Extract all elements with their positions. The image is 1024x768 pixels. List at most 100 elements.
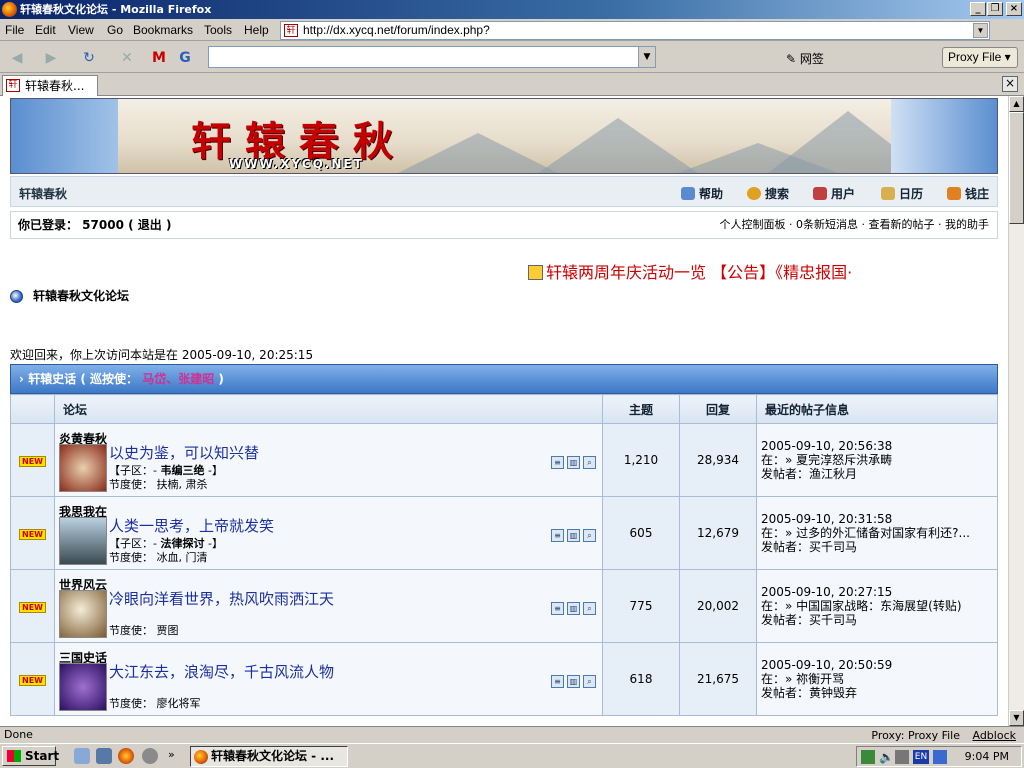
forum-description[interactable]: 大江东去，浪淘尽，千古风流人物 xyxy=(109,661,334,682)
last-post-link[interactable]: 在：» 中国国家战略：东海展望(转贴) xyxy=(761,599,997,613)
category-name[interactable]: 轩辕史话 xyxy=(28,372,76,386)
login-text[interactable]: 你已登录： 57000 ( 退出 ) xyxy=(18,218,171,232)
reload-button[interactable]: ↻ xyxy=(78,48,100,68)
forum-moderators[interactable]: 节度使： 冰血, 门清 xyxy=(109,549,208,565)
proxy-status[interactable]: Proxy: Proxy File xyxy=(871,728,960,743)
language-indicator[interactable]: EN xyxy=(913,750,929,764)
user-links[interactable]: 个人控制面板 · 0条新短消息 · 查看新的帖子 · 我的助手 xyxy=(720,212,989,238)
forward-button[interactable]: ▶ xyxy=(40,48,62,68)
gmail-icon[interactable]: M xyxy=(148,48,170,68)
nav-help[interactable]: 帮助 xyxy=(681,185,723,202)
volume-icon[interactable]: 🔈 xyxy=(879,750,894,764)
forum-description[interactable]: 人类一思考，上帝就发笑 xyxy=(109,515,274,536)
help-icon xyxy=(681,187,695,200)
last-post-link[interactable]: 在：» 夏完淳怒斥洪承畴 xyxy=(761,453,997,467)
close-window-button[interactable]: × xyxy=(1006,2,1022,16)
home-link[interactable]: 轩辕春秋 xyxy=(19,185,67,202)
nav-bank[interactable]: 钱庄 xyxy=(947,185,989,202)
menu-file[interactable]: File xyxy=(5,23,24,37)
start-button[interactable]: Start xyxy=(2,746,59,766)
menu-bookmarks[interactable]: Bookmarks xyxy=(133,23,193,37)
stats-icon[interactable]: ▥ xyxy=(567,529,580,542)
forum-avatar xyxy=(59,590,107,638)
minimize-button[interactable]: _ xyxy=(970,2,986,16)
last-post-info: 2005-09-10, 20:56:38 在：» 夏完淳怒斥洪承畴 发帖者：渔江秋月 xyxy=(756,423,998,497)
table-row: NEW 世界风云 冷眼向洋看世界，热风吹雨洒江天 节度使： 贾图 ≡ ▥ ⌕ 775… xyxy=(10,569,998,643)
nav-search[interactable]: 搜索 xyxy=(747,185,789,202)
forum-moderators[interactable]: 节度使： 廖化将军 xyxy=(109,695,201,711)
list-icon[interactable]: ≡ xyxy=(551,675,564,688)
forum-description[interactable]: 以史为鉴，可以知兴替 xyxy=(109,442,259,463)
url-dropdown-icon[interactable]: ▼ xyxy=(973,23,988,38)
search-icon[interactable]: ⌕ xyxy=(583,456,596,469)
search-input[interactable]: ▼ xyxy=(208,46,656,68)
quicklaunch-desktop-icon[interactable] xyxy=(74,748,90,764)
forum-tools: ≡ ▥ ⌕ xyxy=(548,600,596,615)
network-icon[interactable] xyxy=(861,750,875,764)
quicklaunch-firefox-icon[interactable] xyxy=(118,748,134,764)
forum-description[interactable]: 冷眼向洋看世界，热风吹雨洒江天 xyxy=(109,588,334,609)
last-post-link[interactable]: 在：» 祢衡开骂 xyxy=(761,672,997,686)
vertical-scrollbar[interactable]: ▲ ▼ xyxy=(1008,96,1024,726)
windows-logo-icon xyxy=(7,750,21,762)
quicklaunch-app-icon[interactable] xyxy=(142,748,158,764)
wangqian-button[interactable]: ✎ 网签 xyxy=(786,50,824,67)
wangqian-label: 网签 xyxy=(799,52,824,66)
scroll-up-icon[interactable]: ▲ xyxy=(1009,96,1024,112)
last-poster[interactable]: 发帖者：买千司马 xyxy=(761,613,997,627)
quicklaunch-explorer-icon[interactable] xyxy=(96,748,112,764)
forum-avatar xyxy=(59,444,107,492)
forum-moderators[interactable]: 节度使： 扶楠, 肃杀 xyxy=(109,476,208,492)
quicklaunch-more-icon[interactable]: » xyxy=(168,748,175,761)
category-moderators[interactable]: 马岱、张建昭 xyxy=(142,372,214,386)
back-button[interactable]: ◀ xyxy=(6,48,28,68)
search-dropdown-icon[interactable]: ▼ xyxy=(638,47,655,67)
site-banner: 轩辕春秋 WWW.XYCQ.NET xyxy=(10,98,998,174)
last-post-link[interactable]: 在：» 过多的外汇储备对国家有利还?... xyxy=(761,526,997,540)
announcement-marquee[interactable]: 轩辕两周年庆活动一览 【公告】《精忠报国· xyxy=(528,259,950,283)
category-header[interactable]: › 轩辕史话 ( 巡按使： 马岱、张建昭 ) xyxy=(10,364,998,394)
menu-help[interactable]: Help xyxy=(244,23,269,37)
stats-icon[interactable]: ▥ xyxy=(567,456,580,469)
menu-go[interactable]: Go xyxy=(107,23,123,37)
proxy-dropdown[interactable]: Proxy File ▾ xyxy=(942,47,1018,68)
scroll-down-icon[interactable]: ▼ xyxy=(1009,710,1024,726)
taskbar-firefox-window[interactable]: 轩辕春秋文化论坛 - ... xyxy=(190,746,348,767)
maximize-button[interactable]: ❐ xyxy=(987,2,1003,16)
menu-edit[interactable]: Edit xyxy=(35,23,56,37)
adblock-link[interactable]: Adblock xyxy=(972,728,1016,743)
help-tray-icon[interactable] xyxy=(933,750,947,764)
nav-users[interactable]: 用户 xyxy=(813,185,855,202)
last-poster[interactable]: 发帖者：买千司马 xyxy=(761,540,997,554)
search-icon[interactable]: ⌕ xyxy=(583,675,596,688)
last-post-info: 2005-09-10, 20:31:58 在：» 过多的外汇储备对国家有利还?..… xyxy=(756,496,998,570)
search-icon[interactable]: ⌕ xyxy=(583,602,596,615)
last-poster[interactable]: 发帖者：渔江秋月 xyxy=(761,467,997,481)
tab-xycq[interactable]: 轩 轩辕春秋... xyxy=(2,75,98,96)
forum-moderators[interactable]: 节度使： 贾图 xyxy=(109,622,179,638)
forum-title[interactable]: 轩辕春秋文化论坛 xyxy=(10,287,129,304)
menu-tools[interactable]: Tools xyxy=(204,23,232,37)
url-text: http://dx.xycq.net/forum/index.php? xyxy=(303,23,490,37)
url-bar[interactable]: 轩 http://dx.xycq.net/forum/index.php? ▼ xyxy=(280,21,990,40)
tab-label: 轩辕春秋... xyxy=(25,79,85,93)
search-icon[interactable]: ⌕ xyxy=(583,529,596,542)
stats-icon[interactable]: ▥ xyxy=(567,602,580,615)
close-tab-button[interactable]: × xyxy=(1002,76,1018,92)
menu-view[interactable]: View xyxy=(68,23,94,37)
nav-calendar[interactable]: 日历 xyxy=(881,185,923,202)
tray-app-icon[interactable] xyxy=(895,750,909,764)
google-icon[interactable]: G xyxy=(174,48,196,68)
last-poster[interactable]: 发帖者：黄钟毁弃 xyxy=(761,686,997,700)
list-icon[interactable]: ≡ xyxy=(551,529,564,542)
bank-icon xyxy=(947,187,961,200)
list-icon[interactable]: ≡ xyxy=(551,456,564,469)
stop-button[interactable]: ✕ xyxy=(116,48,138,68)
stats-icon[interactable]: ▥ xyxy=(567,675,580,688)
scroll-thumb[interactable] xyxy=(1009,112,1024,224)
topic-count: 605 xyxy=(602,496,680,570)
topic-count: 618 xyxy=(602,642,680,716)
list-icon[interactable]: ≡ xyxy=(551,602,564,615)
site-domain: WWW.XYCQ.NET xyxy=(229,157,364,171)
topic-count: 1,210 xyxy=(602,423,680,497)
